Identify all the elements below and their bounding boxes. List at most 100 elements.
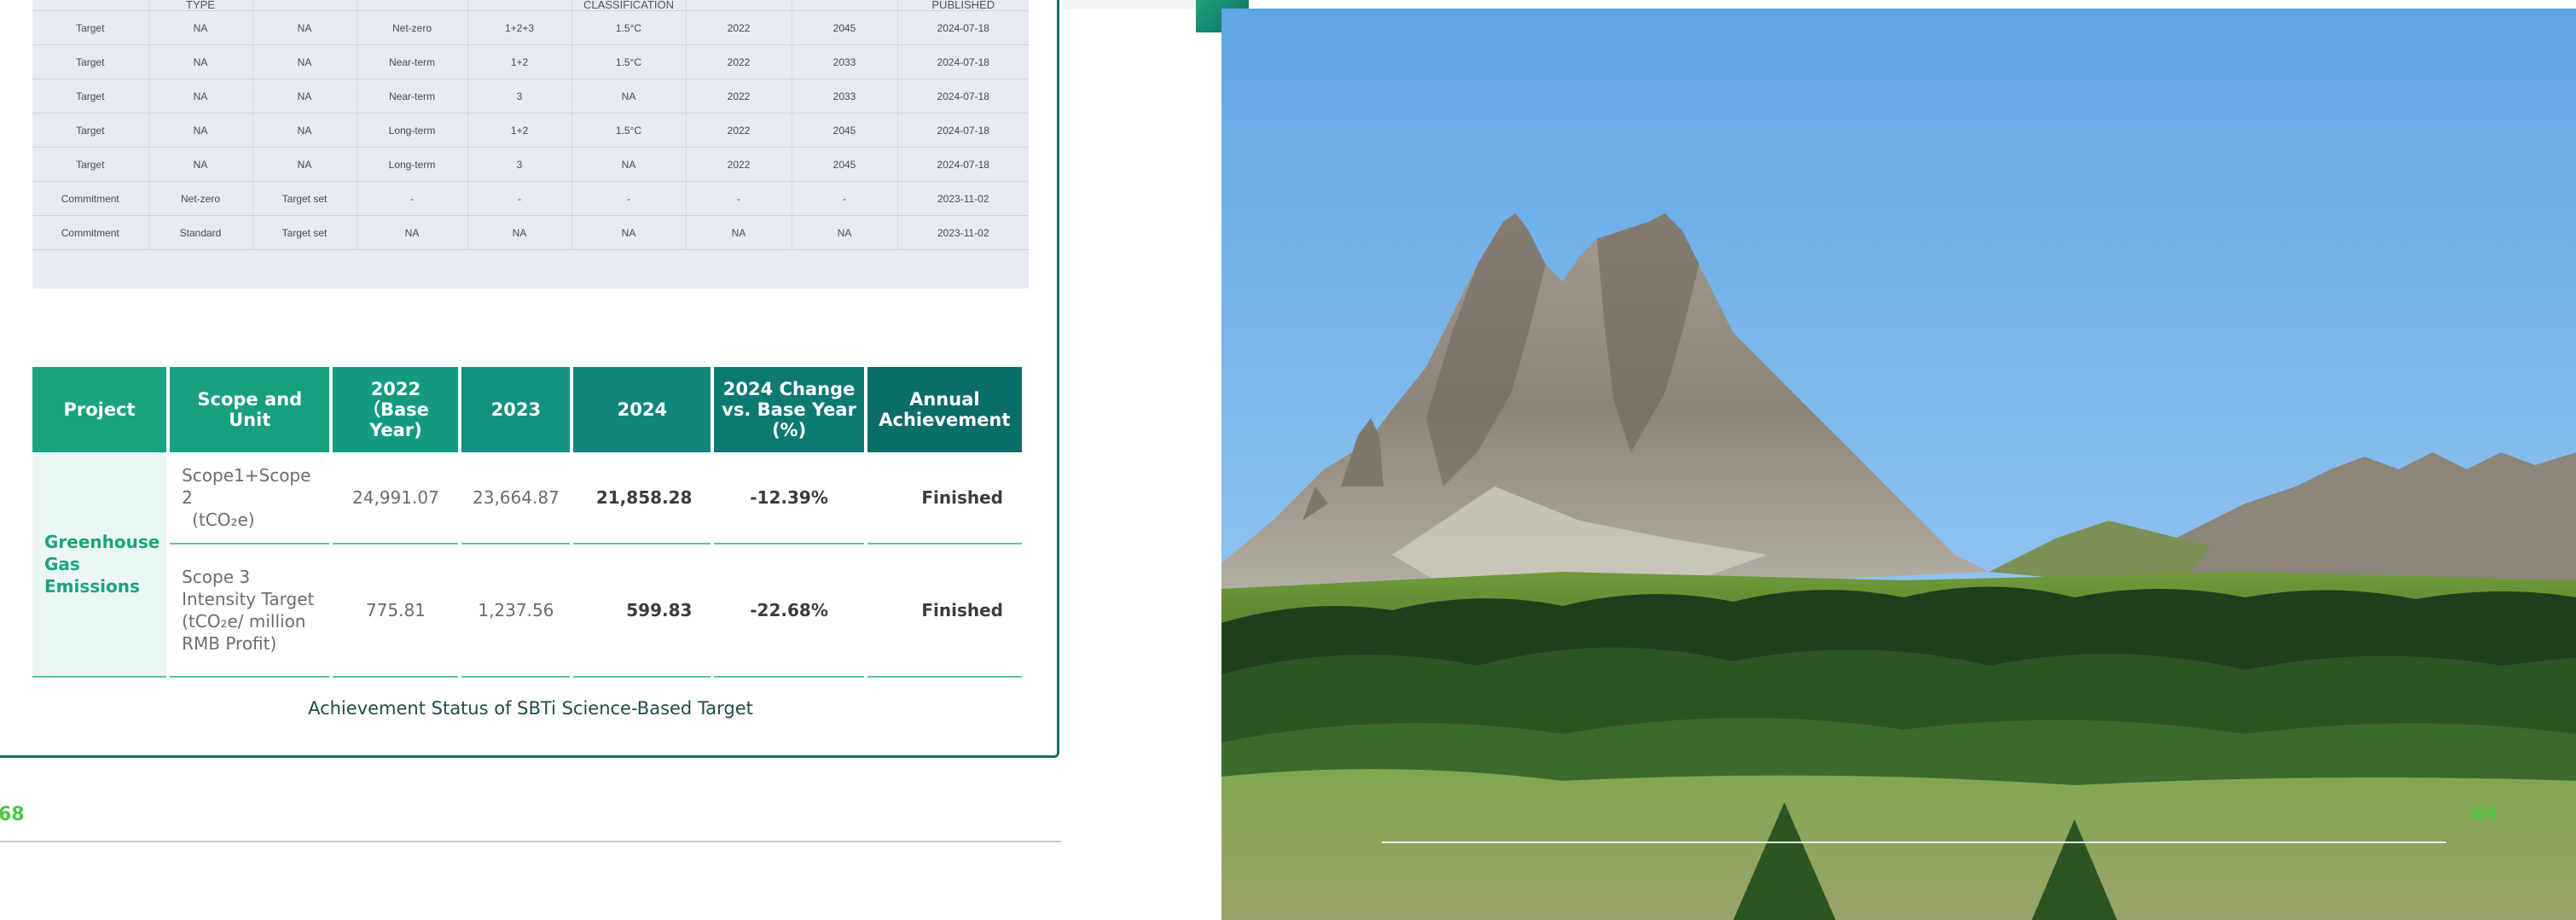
sbti-cell: 3 xyxy=(467,147,572,182)
sbti-cell: 2033 xyxy=(792,79,898,114)
sbti-cell: NA xyxy=(252,113,357,148)
sbti-cell: Commitment xyxy=(32,181,149,216)
sbti-header-cell: TYPE xyxy=(148,0,253,11)
sbti-cell: 2024-07-18 xyxy=(897,79,1029,114)
value-change: -22.68% xyxy=(714,544,864,678)
scope-label: Scope1+Scope 2 xyxy=(182,465,311,508)
sbti-cell: 2024-07-18 xyxy=(897,10,1029,45)
sbti-cell: Commitment xyxy=(32,215,149,250)
footer-rule-right xyxy=(1382,841,2446,843)
table-caption: Achievement Status of SBTi Science-Based… xyxy=(308,698,753,719)
footer-rule-left xyxy=(0,841,1061,842)
sbti-cell: NA xyxy=(467,215,572,250)
value-2024: 21,858.28 xyxy=(573,452,711,544)
sbti-cell: NA xyxy=(148,79,253,114)
sbti-header-cell xyxy=(467,0,572,11)
sbti-row: Commitment Standard Target set NA NA NA NA NA 20… xyxy=(32,215,1029,250)
sbti-header-row: TYPE CLASSIFICATION PUBLISHED xyxy=(32,0,1029,11)
sbti-cell: 1.5°C xyxy=(571,10,687,45)
sbti-cell: 2023-11-02 xyxy=(897,215,1029,250)
sbti-cell: Target xyxy=(32,10,149,45)
sbti-cell: 1+2+3 xyxy=(467,10,572,45)
sbti-cell: Target xyxy=(32,44,149,79)
header-annual: Annual Achievement xyxy=(867,367,1022,452)
value-change: -12.39% xyxy=(714,452,864,544)
sbti-target-table-image: TYPE CLASSIFICATION PUBLISHED Target NA NA Net… xyxy=(32,0,1029,288)
sbti-header-cell: CLASSIFICATION xyxy=(571,0,687,11)
sbti-row: Commitment Net-zero Target set - - - - -2023-11… xyxy=(32,181,1029,216)
page-number-right: 69 xyxy=(2471,804,2498,825)
sbti-header-cell xyxy=(357,0,468,11)
sbti-cell: NA xyxy=(571,215,687,250)
sbti-cell: NA xyxy=(148,113,253,148)
sbti-cell: Near-term xyxy=(357,79,468,114)
sbti-cell: 2024-07-18 xyxy=(897,44,1029,79)
value-annual: Finished xyxy=(867,452,1022,544)
sbti-cell: NA xyxy=(571,147,687,182)
value-2023: 1,237.56 xyxy=(461,544,571,678)
sbti-cell: 1+2 xyxy=(467,44,572,79)
sbti-cell: 2045 xyxy=(792,113,898,148)
sbti-cell: 2033 xyxy=(792,44,898,79)
sbti-cell: 2022 xyxy=(686,113,792,148)
sbti-cell: - xyxy=(467,181,572,216)
sbti-cell: Target xyxy=(32,79,149,114)
sbti-header-cell xyxy=(252,0,357,11)
sbti-target-table: TYPE CLASSIFICATION PUBLISHED Target NA NA Net… xyxy=(32,0,1029,250)
sbti-header-label: TYPE xyxy=(186,0,215,11)
value-2022: 775.81 xyxy=(333,544,459,678)
value-2022: 24,991.07 xyxy=(333,452,459,544)
sbti-cell: Standard xyxy=(148,215,253,250)
header-2024: 2024 xyxy=(573,367,711,452)
sbti-cell: - xyxy=(686,181,792,216)
sbti-row: Target NA NA Long-term 1+2 1.5°C 2022 2045 2024-… xyxy=(32,113,1029,148)
sbti-cell: NA xyxy=(357,215,468,250)
sbti-cell: 2022 xyxy=(686,79,792,114)
sbti-cell: - xyxy=(357,181,468,216)
value-annual: Finished xyxy=(867,544,1022,678)
sbti-cell: 2022 xyxy=(686,44,792,79)
sbti-cell: Target xyxy=(32,147,149,182)
sbti-cell: 1.5°C xyxy=(571,113,687,148)
sbti-cell: 2045 xyxy=(792,147,898,182)
sbti-cell: 1+2 xyxy=(467,113,572,148)
left-page: TYPE CLASSIFICATION PUBLISHED Target NA NA Net… xyxy=(0,0,1221,920)
sbti-cell: NA xyxy=(148,147,253,182)
sbti-cell: NA xyxy=(252,147,357,182)
scope-label: Scope 3 Intensity Target (tCO₂e/ million… xyxy=(182,567,315,654)
sbti-cell: 2023-11-02 xyxy=(897,181,1029,216)
project-cell: Greenhouse Gas Emissions xyxy=(32,452,167,678)
sbti-cell: 2022 xyxy=(686,147,792,182)
sbti-row: Target NA NA Long-term 3 NA 2022 2045 2024-07-18 xyxy=(32,147,1029,182)
sbti-cell: Target set xyxy=(252,215,357,250)
right-page: 69 xyxy=(1221,0,2576,920)
sbti-header-label: PUBLISHED xyxy=(931,0,995,11)
sbti-row: Target NA NA Net-zero 1+2+3 1.5°C 2022 2045 2024… xyxy=(32,10,1029,45)
scope-cell: Scope 3 Intensity Target (tCO₂e/ million… xyxy=(170,544,330,678)
sbti-cell: Long-term xyxy=(357,113,468,148)
sbti-cell: - xyxy=(571,181,687,216)
sbti-cell: 1.5°C xyxy=(571,44,687,79)
achievement-table: Project Scope and Unit 2022（Base Year) 2… xyxy=(29,367,1025,678)
header-2023: 2023 xyxy=(461,367,571,452)
sbti-header-cell xyxy=(32,0,149,11)
header-2022: 2022（Base Year) xyxy=(333,367,459,452)
sbti-cell: NA xyxy=(252,44,357,79)
sbti-cell: NA xyxy=(252,10,357,45)
sbti-cell: 3 xyxy=(467,79,572,114)
sbti-header-cell: PUBLISHED xyxy=(897,0,1029,11)
sbti-cell: Target xyxy=(32,113,149,148)
sbti-cell: - xyxy=(792,181,898,216)
sbti-cell: NA xyxy=(571,79,687,114)
table-row: Scope 3 Intensity Target (tCO₂e/ million… xyxy=(32,544,1022,678)
sbti-header-label: CLASSIFICATION xyxy=(583,0,674,11)
table-row: Greenhouse Gas Emissions Scope1+Scope 2 … xyxy=(32,452,1022,678)
sbti-cell: 2045 xyxy=(792,10,898,45)
sbti-header-cell xyxy=(686,0,792,11)
mountain-landscape-image xyxy=(1221,9,2576,920)
sbti-cell: NA xyxy=(148,44,253,79)
sbti-cell: NA xyxy=(686,215,792,250)
sbti-cell: Target set xyxy=(252,181,357,216)
sbti-row: Target NA NA Near-term 3 NA 2022 2033 2024-07-18 xyxy=(32,79,1029,114)
sbti-cell: Net-zero xyxy=(148,181,253,216)
